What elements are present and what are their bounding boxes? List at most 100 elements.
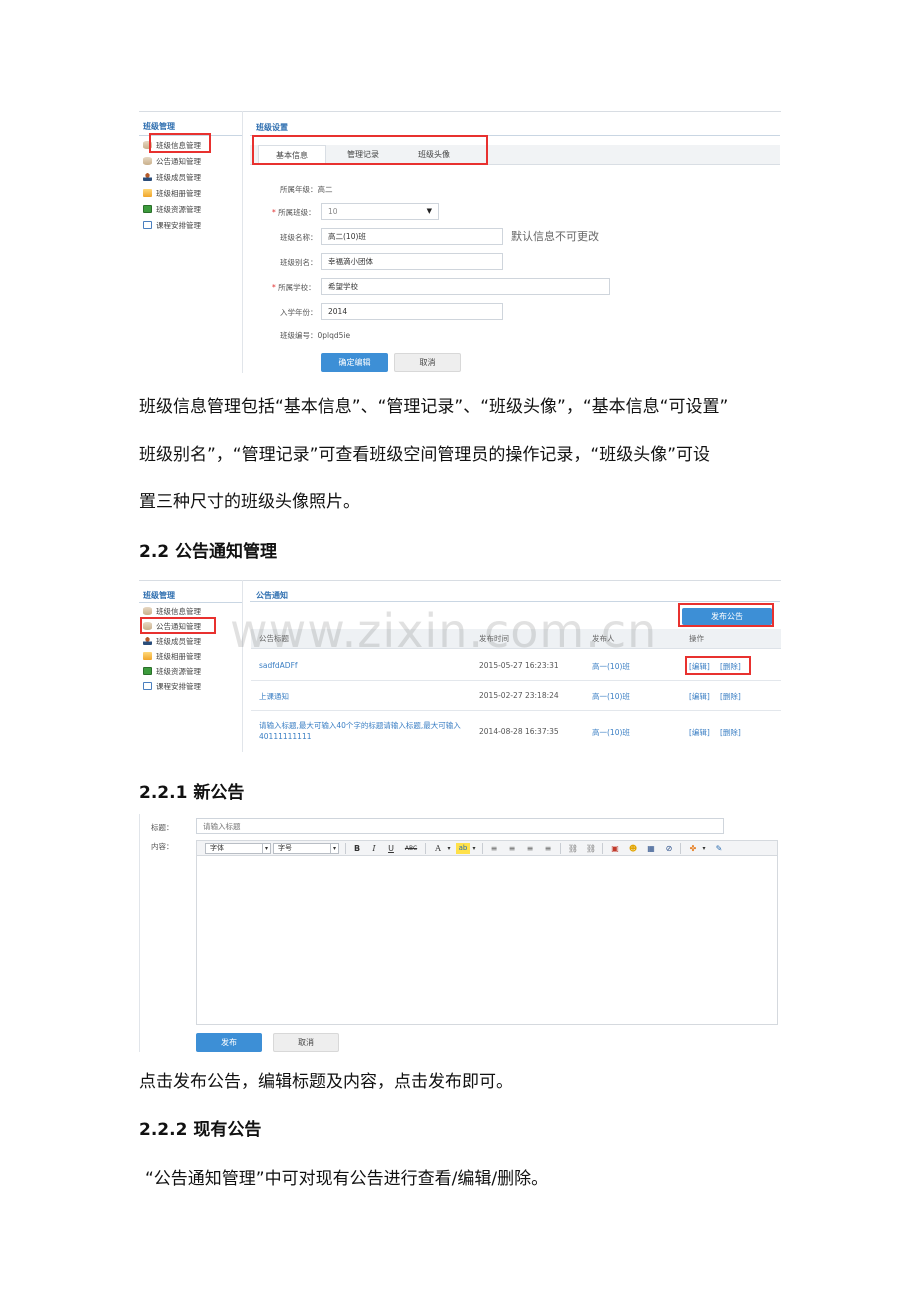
code-value: 0plqd5ie [317, 331, 351, 340]
highlight-box-actions [685, 656, 751, 675]
school-label: * 所属学校： [272, 283, 316, 292]
person-icon [143, 637, 152, 645]
resource-icon [143, 667, 152, 675]
align-right-icon[interactable]: ≡ [524, 843, 536, 854]
notice-time: 2014-08-28 16:37:35 [479, 727, 559, 736]
notice-publisher[interactable]: 高一(10)班 [592, 691, 630, 702]
table-icon[interactable]: ▦ [644, 843, 658, 854]
class-select[interactable]: 10 ▼ [321, 203, 439, 220]
paragraph-line: 班级别名”，“管理记录”可查看班级空间管理员的操作记录，“班级头像”可设 [139, 445, 711, 465]
section-title-underline [250, 601, 780, 602]
heading-2-2-1: 2.2.1 新公告 [139, 783, 245, 803]
notice-publisher[interactable]: 高一(10)班 [592, 661, 630, 672]
delete-link[interactable]: [删除] [720, 691, 741, 702]
attachment-icon[interactable]: ✎ [712, 843, 726, 854]
chevron-down-icon[interactable]: ▾ [445, 843, 453, 854]
unlink-icon[interactable]: ⛓ [584, 843, 598, 854]
confirm-edit-button[interactable]: 确定编辑 [321, 353, 388, 372]
highlight-color-icon[interactable]: ab [456, 843, 470, 854]
flash-icon[interactable]: ⊘ [662, 843, 676, 854]
link-icon[interactable]: ⛓ [566, 843, 580, 854]
edit-link[interactable]: [编辑] [689, 727, 710, 738]
alias-label: 班级别名： [280, 258, 318, 267]
cancel-button[interactable]: 取消 [273, 1033, 339, 1052]
paragraph-line: 点击发布公告，编辑标题及内容，点击发布即可。 [139, 1072, 513, 1092]
align-justify-icon[interactable]: ≡ [542, 843, 554, 854]
sidebar-item-members[interactable]: 班级成员管理 [143, 634, 201, 648]
underline-icon[interactable]: U [385, 843, 397, 854]
album-icon [143, 189, 152, 197]
sidebar-item-schedule[interactable]: 课程安排管理 [143, 679, 201, 693]
highlight-box-publish [678, 603, 774, 627]
publish-button[interactable]: 发布 [196, 1033, 262, 1052]
schedule-icon [143, 682, 152, 690]
font-color-icon[interactable]: A [431, 843, 445, 854]
class-alias-input[interactable]: 幸福滴小团体 [321, 253, 503, 270]
sidebar-item-notice[interactable]: 公告通知管理 [143, 154, 201, 168]
class-settings-screenshot: 班级管理 班级信息管理 公告通知管理 班级成员管理 班级相册管理 班级资源管理 … [139, 111, 781, 373]
sidebar-item-label: 班级成员管理 [156, 636, 201, 646]
code-label: 班级编号：0plqd5ie [280, 331, 351, 340]
notice-publisher[interactable]: 高一(10)班 [592, 727, 630, 738]
new-notice-editor-screenshot: 标题： 内容： 字体▾ 字号▾ B I U ABC A ▾ ab ▾ ≡ ≡ ≡… [139, 814, 781, 1052]
notice-title-link[interactable]: sadfdADFf [259, 661, 298, 670]
highlight-box-tabs [252, 135, 488, 165]
name-label: 班级名称： [280, 233, 318, 242]
cancel-button[interactable]: 取消 [394, 353, 461, 372]
sidebar-item-resources[interactable]: 班级资源管理 [143, 664, 201, 678]
school-input[interactable]: 希望学校 [321, 278, 610, 295]
sidebar-item-label: 课程安排管理 [156, 681, 201, 691]
special-char-icon[interactable]: ✤ [686, 843, 700, 854]
class-name-input[interactable]: 高二(10)班 [321, 228, 503, 245]
watermark: www.zixin.com.cn [230, 604, 658, 658]
sidebar-title-underline [139, 602, 242, 603]
align-center-icon[interactable]: ≡ [506, 843, 518, 854]
strikethrough-icon[interactable]: ABC [402, 843, 420, 854]
content-editor[interactable] [196, 856, 778, 1025]
section-title: 班级设置 [256, 123, 288, 132]
sidebar-item-label: 课程安排管理 [156, 220, 201, 230]
sidebar-item-schedule[interactable]: 课程安排管理 [143, 218, 201, 232]
sidebar: 班级管理 班级信息管理 公告通知管理 班级成员管理 班级相册管理 班级资源管理 … [139, 580, 243, 752]
paragraph-line: 班级信息管理包括“基本信息”、“管理记录”、“班级头像”，“基本信息“可设置” [139, 397, 729, 417]
delete-link[interactable]: [删除] [720, 727, 741, 738]
sidebar-title: 班级管理 [143, 591, 175, 600]
emoticon-icon[interactable]: ☻ [626, 843, 640, 854]
chevron-down-icon[interactable]: ▾ [470, 843, 478, 854]
entry-year-input[interactable]: 2014 [321, 303, 503, 320]
italic-icon[interactable]: I [368, 843, 380, 854]
bold-icon[interactable]: B [351, 843, 363, 854]
edit-link[interactable]: [编辑] [689, 691, 710, 702]
sidebar-item-resources[interactable]: 班级资源管理 [143, 202, 201, 216]
sidebar-item-class-info[interactable]: 班级信息管理 [143, 604, 201, 618]
column-header-actions: 操作 [689, 634, 704, 643]
image-icon[interactable]: ▣ [608, 843, 622, 854]
notice-title-input[interactable] [196, 818, 724, 834]
align-left-icon[interactable]: ≡ [488, 843, 500, 854]
notice-title-link[interactable]: 请输入标题,最大可输入40个字的标题请输入标题,最大可输入40111111111 [259, 720, 479, 742]
row-divider [251, 710, 781, 711]
caret-down-icon: ▼ [426, 207, 432, 215]
font-size-select[interactable]: 字号 ▾ [273, 843, 339, 854]
paragraph-line: “公告通知管理”中可对现有公告进行查看/编辑/删除。 [145, 1169, 549, 1189]
sidebar-item-label: 班级信息管理 [156, 606, 201, 616]
class-label: * 所属班级： [272, 208, 316, 217]
heading-2-2: 2.2 公告通知管理 [139, 542, 278, 562]
toolbar-divider [680, 843, 681, 854]
sidebar-item-label: 公告通知管理 [156, 156, 201, 166]
chevron-down-icon[interactable]: ▾ [700, 843, 708, 854]
sidebar-item-label: 班级成员管理 [156, 172, 201, 182]
notice-time: 2015-05-27 16:23:31 [479, 661, 559, 670]
notice-title-link[interactable]: 上课通知 [259, 691, 289, 702]
sidebar-item-album[interactable]: 班级相册管理 [143, 649, 201, 663]
font-family-select[interactable]: 字体 ▾ [205, 843, 271, 854]
grade-value: 高二 [317, 185, 333, 194]
toolbar-divider [345, 843, 346, 854]
person-icon [143, 173, 152, 181]
sidebar-item-members[interactable]: 班级成员管理 [143, 170, 201, 184]
year-label: 入学年份： [280, 308, 318, 317]
sidebar-item-album[interactable]: 班级相册管理 [143, 186, 201, 200]
schedule-icon [143, 221, 152, 229]
toolbar-divider [560, 843, 561, 854]
database-icon [143, 607, 152, 615]
